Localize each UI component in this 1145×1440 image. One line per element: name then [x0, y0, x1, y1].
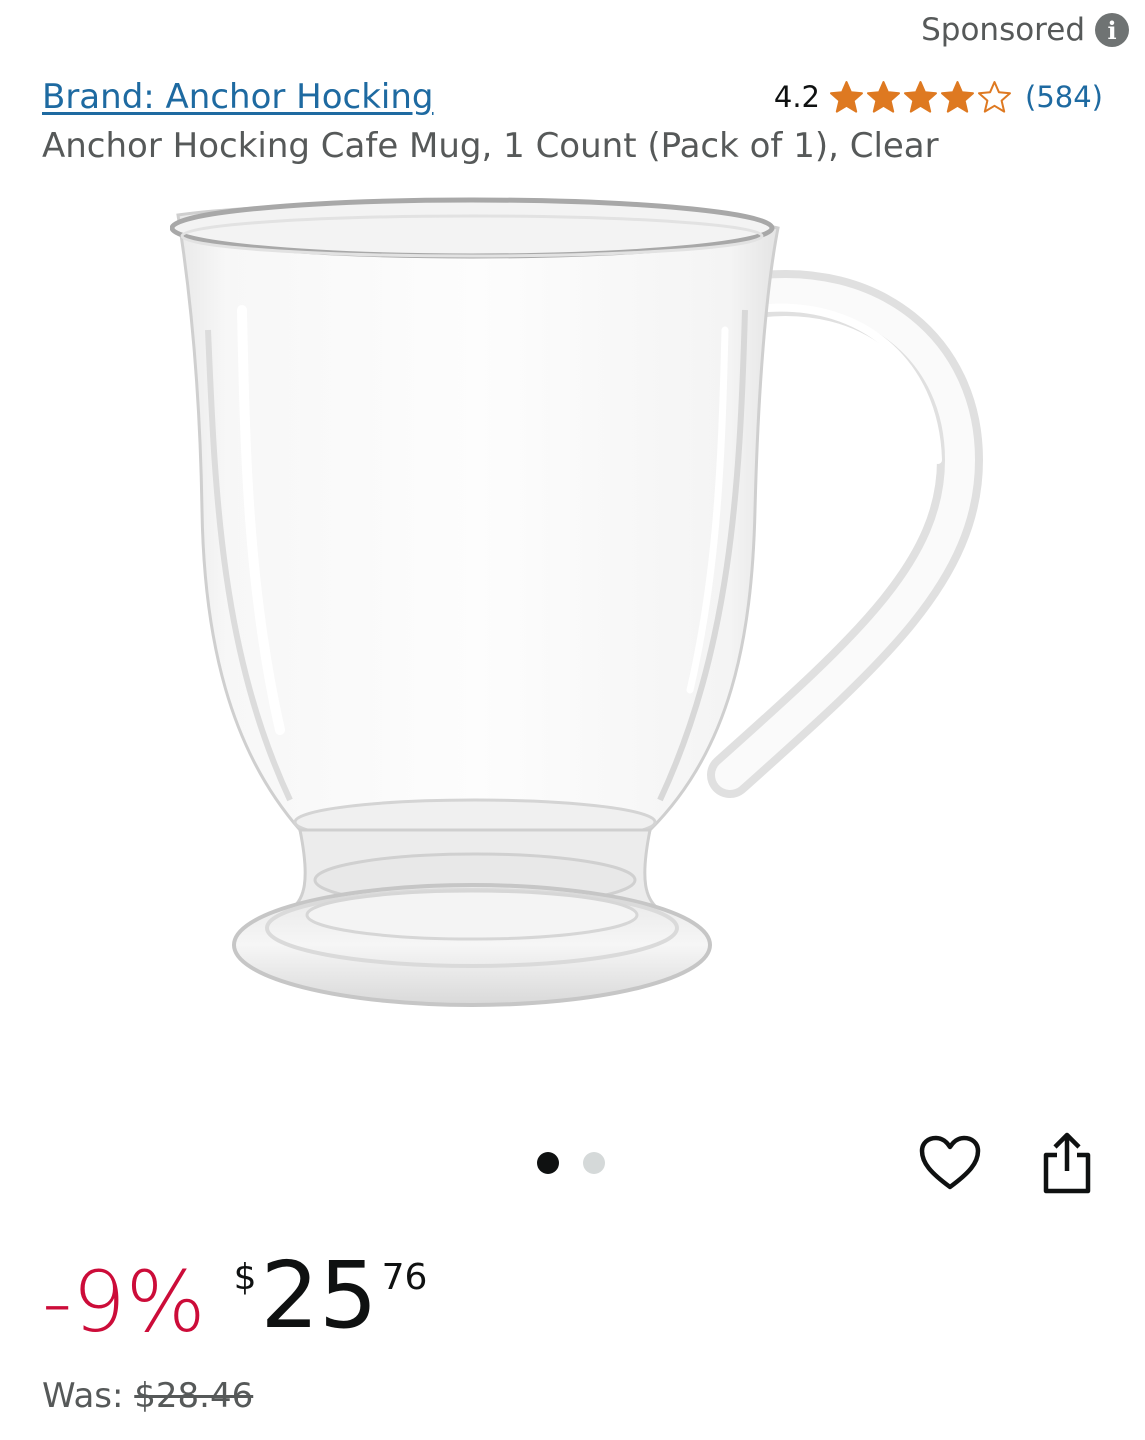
rating-stars	[828, 80, 1013, 114]
info-icon[interactable]: i	[1095, 13, 1129, 47]
discount-percent: -9%	[42, 1253, 206, 1351]
star-full-icon	[941, 81, 975, 113]
share-icon	[1043, 1132, 1091, 1194]
price-whole: 25	[260, 1242, 378, 1349]
sponsored-label[interactable]: Sponsored i	[921, 12, 1129, 48]
star-partial-icon	[978, 81, 1012, 113]
price-fraction: 76	[381, 1257, 428, 1298]
glass-mug-image	[169, 197, 984, 1007]
was-label: Was:	[42, 1376, 124, 1416]
rating[interactable]: 4.2 (584)	[774, 80, 1103, 114]
sponsored-text: Sponsored	[921, 12, 1085, 48]
image-carousel-dots	[537, 1152, 605, 1174]
brand-rating-row: Brand: Anchor Hocking 4.2 (584)	[42, 72, 1103, 122]
rating-value: 4.2	[773, 80, 821, 114]
wishlist-button[interactable]	[915, 1128, 985, 1198]
carousel-dot[interactable]	[537, 1152, 559, 1174]
star-full-icon	[904, 81, 938, 113]
brand-link[interactable]: Brand: Anchor Hocking	[42, 77, 434, 117]
price-currency: $	[233, 1257, 257, 1298]
product-title[interactable]: Anchor Hocking Cafe Mug, 1 Count (Pack o…	[42, 126, 939, 166]
star-full-icon	[867, 81, 901, 113]
carousel-dot[interactable]	[583, 1152, 605, 1174]
was-price: $28.46	[134, 1376, 254, 1416]
share-button[interactable]	[1032, 1128, 1102, 1198]
product-image[interactable]	[169, 190, 990, 1070]
current-price: $ 25 76	[234, 1240, 428, 1352]
price-row: -9% $ 25 76	[42, 1240, 427, 1360]
star-full-icon	[830, 81, 864, 113]
was-price-row: Was: $28.46	[42, 1376, 253, 1416]
heart-icon	[919, 1135, 981, 1190]
rating-count[interactable]: (584)	[1025, 80, 1103, 114]
